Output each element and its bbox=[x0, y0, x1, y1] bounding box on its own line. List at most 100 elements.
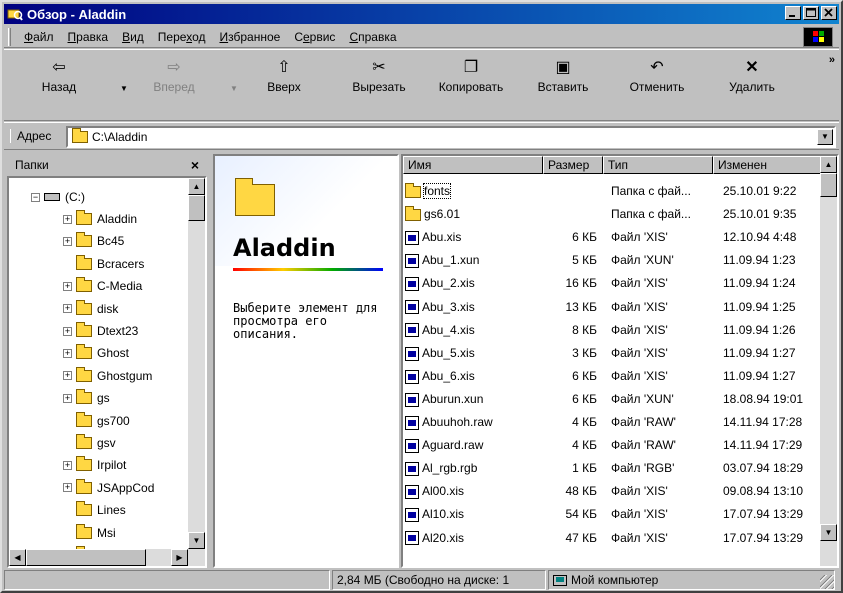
file-row[interactable]: Abu_4.xis 8 КБ Файл 'XIS' 11.09.94 1:26 bbox=[403, 319, 823, 341]
column-header-size[interactable]: Размер bbox=[543, 156, 603, 174]
file-row[interactable]: Abu_1.xun 5 КБ Файл 'XUN' 11.09.94 1:23 bbox=[403, 249, 823, 271]
forward-dropdown-arrow[interactable]: ▼ bbox=[230, 84, 238, 93]
expand-icon[interactable]: + bbox=[63, 281, 72, 291]
file-row[interactable]: Abu_2.xis 16 КБ Файл 'XIS' 11.09.94 1:24 bbox=[403, 272, 823, 294]
close-button[interactable] bbox=[821, 6, 837, 20]
file-name: Abu_5.xis bbox=[422, 345, 475, 360]
file-list-vscroll[interactable]: ▲ ▼ bbox=[820, 156, 837, 566]
column-header-type[interactable]: Тип bbox=[603, 156, 713, 174]
file-row[interactable]: fonts Папка с фай... 25.10.01 9:22 bbox=[403, 180, 823, 202]
title-bar[interactable]: Обзор - Aladdin bbox=[4, 4, 839, 24]
folder-tree[interactable]: − (C:) + Aladdin + Bc45 Bcracers + C-Media + dis… bbox=[7, 176, 207, 568]
address-input[interactable]: C:\Aladdin ▼ bbox=[66, 126, 836, 148]
explorer-app-icon[interactable] bbox=[7, 6, 23, 22]
tree-item-folder[interactable]: + Ghostgum bbox=[63, 365, 152, 387]
maximize-button[interactable] bbox=[803, 6, 819, 20]
menu-view[interactable]: Вид bbox=[115, 30, 151, 44]
tree-item-folder[interactable]: + gs bbox=[63, 387, 110, 409]
paste-button[interactable]: ▣ Вставить bbox=[528, 54, 598, 118]
tree-item-folder[interactable]: + C-Media bbox=[63, 275, 142, 297]
menu-favorites[interactable]: Избранное bbox=[212, 30, 287, 44]
tree-item-folder[interactable]: Msi bbox=[63, 522, 116, 544]
scissors-icon: ✂ bbox=[372, 59, 386, 76]
tree-item-folder[interactable]: + Bc45 bbox=[63, 230, 124, 252]
minimize-button[interactable] bbox=[785, 6, 801, 20]
expand-icon[interactable]: + bbox=[63, 348, 72, 358]
file-row[interactable]: Aburun.xun 6 КБ Файл 'XUN' 18.08.94 19:01 bbox=[403, 388, 823, 410]
tree-item-folder[interactable]: Lines bbox=[63, 499, 126, 521]
menubar-grip[interactable] bbox=[8, 27, 11, 46]
file-row[interactable]: Al20.xis 47 КБ Файл 'XIS' 17.07.94 13:29 bbox=[403, 527, 823, 549]
scroll-thumb[interactable] bbox=[188, 195, 205, 221]
file-name: Abu_3.xis bbox=[422, 299, 475, 314]
folder-tree-hscroll[interactable]: ◀ ▶ bbox=[9, 549, 205, 566]
file-modified: 12.10.94 4:48 bbox=[723, 230, 797, 245]
folders-pane-close-icon[interactable]: × bbox=[191, 157, 199, 173]
file-row[interactable]: Abu_3.xis 13 КБ Файл 'XIS' 11.09.94 1:25 bbox=[403, 296, 823, 318]
tree-item-folder[interactable]: + Aladdin bbox=[63, 208, 137, 230]
column-header-date[interactable]: Изменен bbox=[713, 156, 821, 174]
file-row[interactable]: Abu_5.xis 3 КБ Файл 'XIS' 11.09.94 1:27 bbox=[403, 342, 823, 364]
scroll-up-button[interactable]: ▲ bbox=[820, 156, 837, 173]
toolbar-more-chevron[interactable]: » bbox=[829, 54, 835, 66]
up-button[interactable]: ⇧ Вверх bbox=[254, 54, 314, 118]
cut-button[interactable]: ✂ Вырезать bbox=[344, 54, 414, 118]
copy-button[interactable]: ❐ Копировать bbox=[429, 54, 513, 118]
tree-item-label: JSAppCod bbox=[97, 480, 155, 495]
menu-help[interactable]: Справка bbox=[342, 30, 403, 44]
back-button[interactable]: ⇦ Назад bbox=[34, 54, 84, 118]
folder-tree-vscroll[interactable]: ▲ ▼ bbox=[188, 178, 205, 549]
tree-item-folder[interactable]: gsv bbox=[63, 432, 116, 454]
tree-item-folder[interactable]: + disk bbox=[63, 298, 118, 320]
scroll-thumb[interactable] bbox=[820, 173, 837, 197]
back-dropdown-arrow[interactable]: ▼ bbox=[120, 84, 128, 93]
scroll-down-button[interactable]: ▼ bbox=[188, 532, 205, 549]
expand-icon[interactable]: + bbox=[63, 393, 72, 403]
file-icon bbox=[405, 462, 419, 477]
column-header-name[interactable]: Имя bbox=[403, 156, 543, 174]
scroll-down-button[interactable]: ▼ bbox=[820, 524, 837, 541]
tree-item-folder[interactable]: + Dtext23 bbox=[63, 320, 138, 342]
resize-grip[interactable] bbox=[820, 575, 834, 589]
folder-icon bbox=[76, 232, 92, 248]
menu-file[interactable]: Файл bbox=[17, 30, 61, 44]
file-row[interactable]: Al_rgb.rgb 1 КБ Файл 'RGB' 03.07.94 18:29 bbox=[403, 457, 823, 479]
file-row[interactable]: Abu.xis 6 КБ Файл 'XIS' 12.10.94 4:48 bbox=[403, 226, 823, 248]
expand-icon[interactable]: + bbox=[63, 460, 72, 470]
menu-edit[interactable]: Правка bbox=[61, 30, 116, 44]
expand-icon[interactable]: + bbox=[63, 371, 72, 381]
menu-go[interactable]: Переход bbox=[151, 30, 213, 44]
expand-icon[interactable]: + bbox=[63, 236, 72, 246]
tree-item-folder[interactable]: + Irpilot bbox=[63, 454, 126, 476]
expand-icon[interactable]: + bbox=[63, 214, 72, 224]
file-row[interactable]: Abuuhoh.raw 4 КБ Файл 'RAW' 14.11.94 17:28 bbox=[403, 411, 823, 433]
file-row[interactable]: Aguard.raw 4 КБ Файл 'RAW' 14.11.94 17:29 bbox=[403, 434, 823, 456]
delete-button[interactable]: ✕ Удалить bbox=[720, 54, 784, 118]
expand-icon[interactable]: + bbox=[63, 304, 72, 314]
file-row[interactable]: Al00.xis 48 КБ Файл 'XIS' 09.08.94 13:10 bbox=[403, 480, 823, 502]
menu-tools[interactable]: Сервис bbox=[287, 30, 342, 44]
expand-icon[interactable]: + bbox=[63, 483, 72, 493]
expand-icon[interactable]: + bbox=[63, 326, 72, 336]
address-dropdown-button[interactable]: ▼ bbox=[817, 129, 833, 145]
collapse-icon[interactable]: − bbox=[31, 192, 40, 202]
file-modified: 11.09.94 1:27 bbox=[723, 345, 796, 360]
hscroll-thumb[interactable] bbox=[26, 549, 146, 566]
scroll-left-button[interactable]: ◀ bbox=[9, 549, 26, 566]
file-row[interactable]: gs6.01 Папка с фай... 25.10.01 9:35 bbox=[403, 203, 823, 225]
file-row[interactable]: Al10.xis 54 КБ Файл 'XIS' 17.07.94 13:29 bbox=[403, 503, 823, 525]
tree-item-folder[interactable]: gs700 bbox=[63, 410, 130, 432]
file-row[interactable]: Abu_6.xis 6 КБ Файл 'XIS' 11.09.94 1:27 bbox=[403, 365, 823, 387]
scroll-right-button[interactable]: ▶ bbox=[171, 549, 188, 566]
tree-item-drive-c[interactable]: − (C:) bbox=[31, 186, 85, 208]
tree-item-folder[interactable]: Bcracers bbox=[63, 253, 144, 275]
status-empty-cell bbox=[4, 570, 330, 590]
forward-button[interactable]: ⇨ Вперед bbox=[144, 54, 204, 118]
tree-item-folder[interactable]: + JSAppCod bbox=[63, 477, 154, 499]
tree-item-folder[interactable]: + Ghost bbox=[63, 342, 129, 364]
scroll-up-button[interactable]: ▲ bbox=[188, 178, 205, 195]
folder-description: Выберите элемент для просмотра его описа… bbox=[233, 301, 378, 341]
undo-button[interactable]: ↶ Отменить bbox=[620, 54, 694, 118]
status-bar: 2,84 МБ (Свободно на диске: 1 Мой компью… bbox=[4, 570, 839, 591]
file-list[interactable]: Имя Размер Тип Изменен fonts Папка с фай.… bbox=[401, 154, 839, 568]
